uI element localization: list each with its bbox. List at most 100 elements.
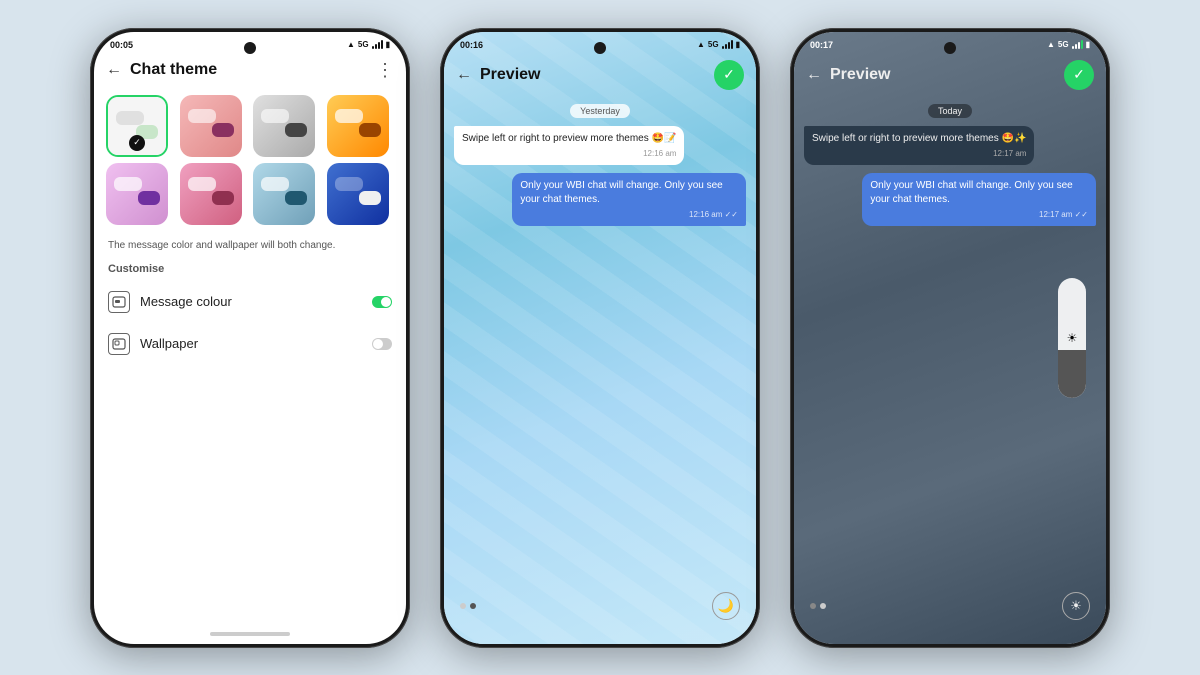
- more-options-button-1[interactable]: ⋮: [376, 60, 394, 81]
- wallpaper-toggle[interactable]: [372, 338, 392, 350]
- bottom-controls-2: 🌙: [444, 584, 756, 632]
- signal-bar-2d: [731, 40, 733, 49]
- dark-mode-button-2[interactable]: 🌙: [712, 592, 740, 620]
- page-title-3: Preview: [830, 66, 1056, 84]
- signal-bar-3b: [1075, 44, 1077, 49]
- signal-bar-3d: [1081, 40, 1083, 49]
- message-colour-label: Message colour: [140, 294, 362, 309]
- signal-bar-2c: [728, 42, 730, 49]
- dot-3b: [820, 603, 826, 609]
- chat-area-2: Yesterday Swipe left or right to preview…: [444, 96, 756, 584]
- theme-item-2[interactable]: [253, 95, 315, 157]
- signal-bar-3a: [1072, 46, 1074, 49]
- info-text-1: The message color and wallpaper will bot…: [94, 233, 406, 261]
- msg-time-2a: 12:16 am: [462, 148, 676, 159]
- dot-3a: [810, 603, 816, 609]
- wallpaper-setting[interactable]: Wallpaper: [94, 323, 406, 365]
- customise-label: Customise: [94, 261, 406, 281]
- signal-bars-3: [1072, 41, 1083, 49]
- light-mode-button-3[interactable]: ☀: [1062, 592, 1090, 620]
- dot-2b: [470, 603, 476, 609]
- phone-3-screen: 00:17 ▲ 5G ▮ ← Preview ✓ Today Swipe l: [794, 32, 1106, 644]
- dot-indicators-2: [460, 603, 476, 609]
- app-bar-3: ← Preview ✓: [794, 54, 1106, 96]
- back-button-2[interactable]: ←: [456, 66, 472, 84]
- alert-icon-2: ▲: [697, 40, 705, 49]
- back-button-3[interactable]: ←: [806, 66, 822, 84]
- camera-notch: [244, 42, 256, 54]
- theme-item-0[interactable]: ✓: [106, 95, 168, 157]
- phone-2: 00:16 ▲ 5G ▮ ← Preview ✓ Yesterday Swi: [440, 28, 760, 648]
- confirm-button-2[interactable]: ✓: [714, 60, 744, 90]
- theme-item-6[interactable]: [253, 163, 315, 225]
- msg-received-2a: Swipe left or right to preview more them…: [454, 126, 684, 165]
- page-title-1: Chat theme: [130, 61, 368, 79]
- msg-tick-3b: ✓✓: [1075, 210, 1088, 219]
- msg-time-2b: 12:16 am ✓✓: [520, 209, 738, 220]
- signal-bar-1: [372, 46, 374, 49]
- message-colour-toggle[interactable]: [372, 296, 392, 308]
- app-bar-2: ← Preview ✓: [444, 54, 756, 96]
- msg-sent-2b: Only your WBI chat will change. Only you…: [512, 173, 746, 226]
- msg-text-2b: Only your WBI chat will change. Only you…: [520, 180, 722, 205]
- page-title-2: Preview: [480, 66, 706, 84]
- confirm-button-3[interactable]: ✓: [1064, 60, 1094, 90]
- wallpaper-label: Wallpaper: [140, 336, 362, 351]
- msg-received-3a: Swipe left or right to preview more them…: [804, 126, 1034, 165]
- dot-2a: [460, 603, 466, 609]
- signal-bar-4: [381, 40, 383, 49]
- signal-bar-2b: [725, 44, 727, 49]
- signal-bar-3c: [1078, 42, 1080, 49]
- app-bar-1: ← Chat theme ⋮: [94, 54, 406, 87]
- message-colour-icon: [108, 291, 130, 313]
- battery-icon-2: ▮: [736, 40, 740, 49]
- date-badge-2: Yesterday: [570, 104, 630, 118]
- signal-bars-1: [372, 41, 383, 49]
- msg-tick-2b: ✓✓: [725, 210, 738, 219]
- theme-grid: ✓: [94, 87, 406, 233]
- bottom-controls-3: ☀: [794, 584, 1106, 632]
- battery-icon-3: ▮: [1086, 40, 1090, 49]
- alert-icon: ▲: [347, 40, 355, 49]
- date-badge-3: Today: [928, 104, 972, 118]
- network-label-2: 5G: [708, 40, 719, 49]
- msg-sent-3b: Only your WBI chat will change. Only you…: [862, 173, 1096, 226]
- theme-item-7[interactable]: [327, 163, 389, 225]
- signal-bar-2: [375, 44, 377, 49]
- battery-icon-1: ▮: [386, 40, 390, 49]
- status-icons-2: ▲ 5G ▮: [697, 40, 740, 49]
- phone-1-screen: 00:05 ▲ 5G ▮ ← Chat theme ⋮: [94, 32, 406, 644]
- status-icons-3: ▲ 5G ▮: [1047, 40, 1090, 49]
- signal-bar-3: [378, 42, 380, 49]
- camera-notch-3: [944, 42, 956, 54]
- wallpaper-icon: [108, 333, 130, 355]
- network-label-3: 5G: [1058, 40, 1069, 49]
- msg-text-3a: Swipe left or right to preview more them…: [812, 133, 1026, 144]
- signal-bars-2: [722, 41, 733, 49]
- message-colour-setting[interactable]: Message colour: [94, 281, 406, 323]
- theme-item-3[interactable]: [327, 95, 389, 157]
- network-label-1: 5G: [358, 40, 369, 49]
- back-button-1[interactable]: ←: [106, 61, 122, 79]
- camera-notch-2: [594, 42, 606, 54]
- theme-item-4[interactable]: [106, 163, 168, 225]
- toggle-thumb-1: [381, 297, 391, 307]
- alert-icon-3: ▲: [1047, 40, 1055, 49]
- phone-2-screen: 00:16 ▲ 5G ▮ ← Preview ✓ Yesterday Swi: [444, 32, 756, 644]
- status-time-2: 00:16: [460, 40, 483, 50]
- chat-area-3: Today Swipe left or right to preview mor…: [794, 96, 1106, 584]
- status-time-3: 00:17: [810, 40, 833, 50]
- phone-3: 00:17 ▲ 5G ▮ ← Preview ✓ Today Swipe l: [790, 28, 1110, 648]
- dot-indicators-3: [810, 603, 826, 609]
- msg-text-2a: Swipe left or right to preview more them…: [462, 133, 676, 144]
- theme-selected-check-0: ✓: [129, 135, 145, 151]
- status-time-1: 00:05: [110, 40, 133, 50]
- msg-text-3b: Only your WBI chat will change. Only you…: [870, 180, 1072, 205]
- msg-time-3b: 12:17 am ✓✓: [870, 209, 1088, 220]
- toggle-thumb-2: [373, 339, 383, 349]
- signal-bar-2a: [722, 46, 724, 49]
- msg-time-3a: 12:17 am: [812, 148, 1026, 159]
- phone-1: 00:05 ▲ 5G ▮ ← Chat theme ⋮: [90, 28, 410, 648]
- theme-item-1[interactable]: [180, 95, 242, 157]
- theme-item-5[interactable]: [180, 163, 242, 225]
